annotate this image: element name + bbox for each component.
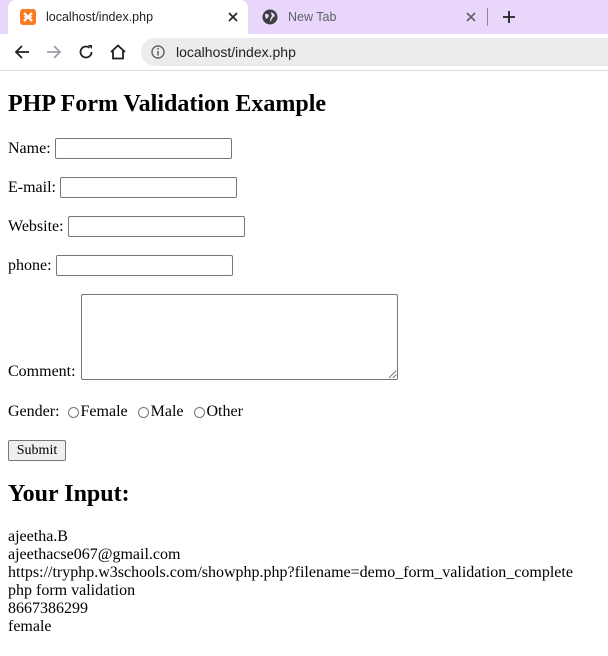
gender-label: Gender: bbox=[8, 403, 60, 420]
gender-other-label: Other bbox=[206, 403, 243, 420]
website-field[interactable] bbox=[67, 216, 245, 237]
reload-button[interactable] bbox=[74, 40, 98, 64]
tab-title: New Tab bbox=[288, 10, 337, 24]
output-phone: 8667386299 bbox=[8, 600, 88, 617]
comment-textarea[interactable] bbox=[80, 294, 398, 380]
close-icon[interactable] bbox=[224, 8, 242, 26]
arrow-left-icon bbox=[14, 45, 29, 59]
close-icon[interactable] bbox=[462, 8, 480, 26]
home-button[interactable] bbox=[106, 40, 130, 64]
forward-button[interactable] bbox=[42, 40, 66, 64]
comment-row: Comment: bbox=[8, 294, 398, 380]
tab-title: localhost/index.php bbox=[46, 10, 154, 24]
output-website: https://tryphp.w3schools.com/showphp.php… bbox=[8, 564, 573, 581]
email-label: E-mail: bbox=[8, 178, 56, 196]
tab-new-tab[interactable]: New Tab bbox=[250, 0, 486, 34]
phone-label: phone: bbox=[8, 256, 52, 274]
gender-female-label: Female bbox=[80, 403, 128, 420]
reload-icon bbox=[79, 45, 93, 59]
page-title: PHP Form Validation Example bbox=[8, 91, 327, 117]
gender-male-label: Male bbox=[150, 403, 184, 420]
info-icon[interactable] bbox=[150, 44, 166, 60]
address-bar[interactable]: localhost/index.php bbox=[141, 38, 608, 66]
email-field[interactable] bbox=[59, 177, 237, 198]
website-row: Website: bbox=[8, 216, 245, 237]
name-label: Name: bbox=[8, 139, 51, 157]
tab-localhost[interactable]: localhost/index.php bbox=[8, 0, 248, 34]
browser-toolbar: localhost/index.php bbox=[0, 34, 608, 71]
name-field[interactable] bbox=[54, 138, 232, 159]
new-tab-button[interactable] bbox=[498, 6, 520, 28]
home-icon bbox=[110, 44, 126, 60]
email-row: E-mail: bbox=[8, 177, 237, 198]
output-comment: php form validation bbox=[8, 582, 136, 599]
name-row: Name: bbox=[8, 138, 232, 159]
gender-row: Gender: Female Male Other bbox=[8, 403, 243, 421]
back-button[interactable] bbox=[10, 40, 34, 64]
phone-field[interactable] bbox=[55, 255, 233, 276]
arrow-right-icon bbox=[47, 45, 62, 59]
output-email: ajeethacse067@gmail.com bbox=[8, 546, 181, 563]
tab-strip: localhost/index.php New Tab bbox=[0, 0, 608, 34]
url-text: localhost/index.php bbox=[176, 44, 296, 60]
plus-icon bbox=[503, 11, 515, 23]
gender-female-radio[interactable] bbox=[67, 406, 79, 418]
output-gender: female bbox=[8, 618, 52, 635]
gender-male-radio[interactable] bbox=[137, 406, 149, 418]
globe-icon bbox=[261, 8, 279, 26]
output-name: ajeetha.B bbox=[8, 528, 68, 545]
xampp-icon bbox=[19, 8, 37, 26]
gender-other-radio[interactable] bbox=[193, 406, 205, 418]
website-label: Website: bbox=[8, 217, 64, 235]
submit-button[interactable]: Submit bbox=[8, 440, 66, 461]
comment-label: Comment: bbox=[8, 363, 76, 380]
phone-row: phone: bbox=[8, 255, 233, 276]
tab-separator bbox=[487, 8, 488, 26]
output-heading: Your Input: bbox=[8, 481, 130, 507]
